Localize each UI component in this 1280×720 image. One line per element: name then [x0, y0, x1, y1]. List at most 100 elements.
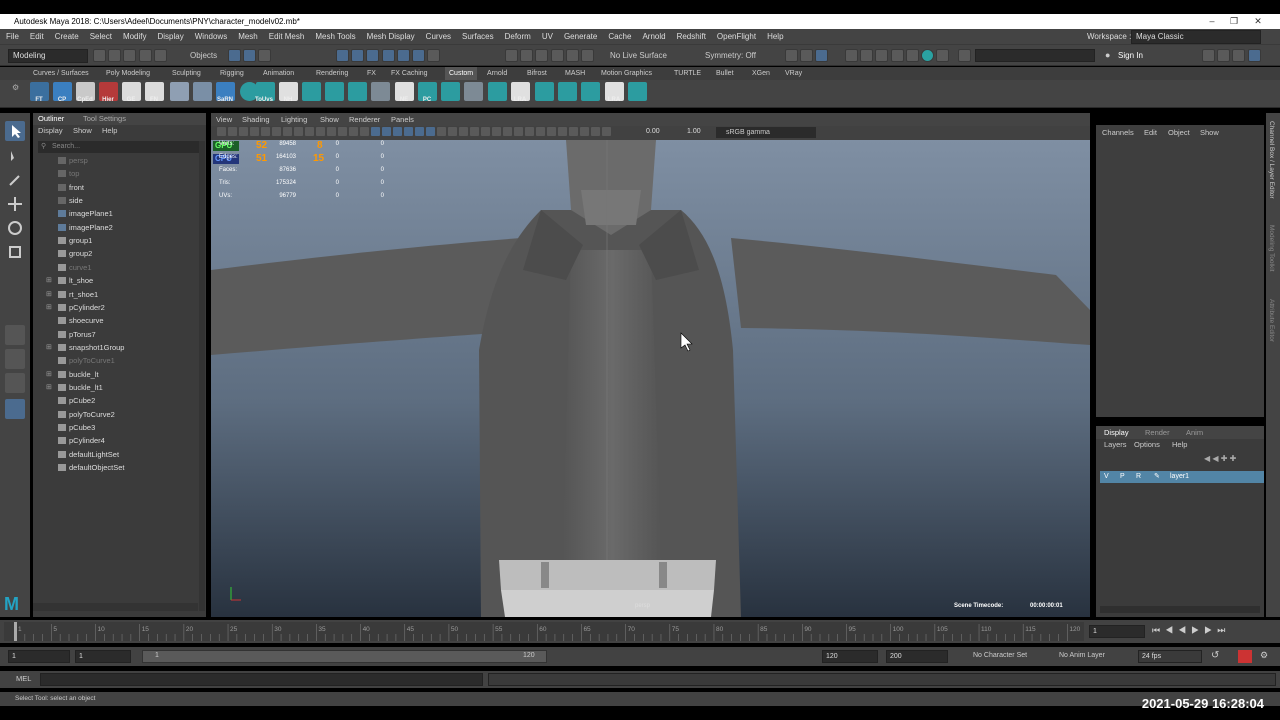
- viewport-tool-icon[interactable]: [382, 127, 391, 136]
- shelf-tab-xgen[interactable]: XGen: [752, 67, 770, 80]
- menu-windows[interactable]: Windows: [195, 32, 227, 41]
- viewport-tool-icon[interactable]: [591, 127, 600, 136]
- outliner-item[interactable]: imagePlane2: [33, 221, 203, 234]
- select-component-icon[interactable]: [258, 49, 272, 62]
- shelf-button-t5[interactable]: [441, 82, 460, 101]
- shelf-tab-sculpting[interactable]: Sculpting: [172, 67, 201, 80]
- end-frame-field[interactable]: 200: [886, 650, 948, 663]
- menu-openflight[interactable]: OpenFlight: [717, 32, 756, 41]
- outliner-hscrollbar[interactable]: [33, 603, 198, 611]
- output-icon[interactable]: [815, 49, 829, 62]
- gamma-field[interactable]: 1.00: [687, 128, 701, 135]
- layer-visible-toggle[interactable]: V: [1104, 471, 1109, 483]
- viewport-tool-icon[interactable]: [547, 127, 556, 136]
- viewport-tool-icon[interactable]: [459, 127, 468, 136]
- layer-playback-toggle[interactable]: P: [1120, 471, 1125, 483]
- menu-uv[interactable]: UV: [542, 32, 553, 41]
- outliner-item[interactable]: top: [33, 167, 203, 180]
- shelf-tab-turtle[interactable]: TURTLE: [674, 67, 701, 80]
- layer-action-icons[interactable]: ◀ ◀ ✚ ✚: [1204, 454, 1236, 463]
- mask-icon-5[interactable]: [396, 49, 410, 62]
- outliner-item[interactable]: ⊞ rt_shoe1: [33, 288, 203, 301]
- menu-mesh-tools[interactable]: Mesh Tools: [315, 32, 355, 41]
- tab-outliner[interactable]: Outliner: [38, 113, 64, 125]
- viewport-tool-icon[interactable]: [393, 127, 402, 136]
- menu-arnold[interactable]: Arnold: [642, 32, 665, 41]
- viewport-menu-shading[interactable]: Shading: [242, 113, 270, 126]
- shelf-button-t9[interactable]: [558, 82, 577, 101]
- viewport-tool-icon[interactable]: [327, 127, 336, 136]
- viewport-tool-icon[interactable]: [272, 127, 281, 136]
- shelf-tab-animation[interactable]: Animation: [263, 67, 294, 80]
- mask-icon-6[interactable]: [412, 49, 426, 62]
- viewport-tool-icon[interactable]: [261, 127, 270, 136]
- channelbox-menu-edit[interactable]: Edit: [1144, 125, 1157, 140]
- outliner-item[interactable]: persp: [33, 154, 203, 167]
- expand-icon[interactable]: ⊞: [46, 381, 52, 394]
- shelf-tab-rigging[interactable]: Rigging: [220, 67, 244, 80]
- layer-menu-layers[interactable]: Layers: [1104, 439, 1127, 451]
- viewport-panel[interactable]: View Shading Lighting Show Renderer Panels 0.…: [211, 113, 1090, 617]
- shelf-tab-motion-graphics[interactable]: Motion Graphics: [601, 67, 652, 80]
- layer-color-icon[interactable]: ✎: [1154, 471, 1160, 483]
- viewport-tool-icon[interactable]: [426, 127, 435, 136]
- viewport-menu-panels[interactable]: Panels: [391, 113, 414, 126]
- viewport-tool-icon[interactable]: [536, 127, 545, 136]
- sign-in-button[interactable]: Sign In: [1118, 51, 1143, 60]
- mask-icon-3[interactable]: [366, 49, 380, 62]
- expand-icon[interactable]: ⊞: [46, 301, 52, 314]
- scale-tool-icon[interactable]: [5, 242, 25, 262]
- shelf-button-t6[interactable]: [464, 82, 483, 101]
- viewport-tool-icon[interactable]: [404, 127, 413, 136]
- expand-icon[interactable]: ⊞: [46, 341, 52, 354]
- shelf-tab-fx[interactable]: FX: [367, 67, 376, 80]
- shelf-tab-fx-caching[interactable]: FX Caching: [391, 67, 428, 80]
- viewport-tool-icon[interactable]: [569, 127, 578, 136]
- viewport-tool-icon[interactable]: [360, 127, 369, 136]
- shelf-tab-bifrost[interactable]: Bifrost: [527, 67, 547, 80]
- menu-file[interactable]: File: [6, 32, 19, 41]
- symmetry-label[interactable]: Symmetry: Off: [705, 51, 756, 60]
- redo-icon[interactable]: [153, 49, 167, 62]
- rotate-tool-icon[interactable]: [5, 218, 25, 238]
- channelbox-menu-object[interactable]: Object: [1168, 125, 1190, 140]
- viewport-tool-icon[interactable]: [470, 127, 479, 136]
- menu-display[interactable]: Display: [158, 32, 184, 41]
- mel-label[interactable]: MEL: [16, 674, 31, 683]
- menu-edit[interactable]: Edit: [30, 32, 44, 41]
- outliner-item[interactable]: front: [33, 181, 203, 194]
- render-frame-icon[interactable]: [845, 49, 858, 62]
- outliner-item[interactable]: polyToCurve1: [33, 354, 203, 367]
- viewport-tool-icon[interactable]: [525, 127, 534, 136]
- tab-render[interactable]: Render: [1145, 426, 1170, 439]
- viewport-menu-renderer[interactable]: Renderer: [349, 113, 380, 126]
- snap-center-icon[interactable]: [581, 49, 595, 62]
- arnold-render-icon[interactable]: [921, 49, 935, 62]
- minimize-icon[interactable]: –: [1200, 14, 1224, 29]
- outliner-item[interactable]: ⊞ buckle_lt1: [33, 381, 203, 394]
- mask-icon-1[interactable]: [336, 49, 349, 62]
- viewport-menu-lighting[interactable]: Lighting: [281, 113, 307, 126]
- shelf-button-t11[interactable]: [628, 82, 647, 101]
- colorspace-select[interactable]: sRGB gamma: [716, 127, 816, 138]
- channelbox-menu-show[interactable]: Show: [1200, 125, 1219, 140]
- viewport-tool-icon[interactable]: [228, 127, 237, 136]
- layer-reference-toggle[interactable]: R: [1136, 471, 1141, 483]
- shelf-tab-mash[interactable]: MASH: [565, 67, 585, 80]
- move-tool-icon[interactable]: [5, 194, 25, 214]
- lock-icon[interactable]: [427, 49, 441, 62]
- outliner-item[interactable]: imagePlane1: [33, 207, 203, 220]
- outliner-item[interactable]: pCube2: [33, 394, 203, 407]
- autokey-icon[interactable]: [1238, 650, 1252, 663]
- fps-select[interactable]: 24 fps: [1138, 650, 1202, 663]
- current-time-marker[interactable]: [14, 622, 17, 641]
- snap-grid-icon[interactable]: [505, 49, 518, 62]
- menu-deform[interactable]: Deform: [505, 32, 531, 41]
- new-scene-icon[interactable]: [93, 49, 106, 62]
- shelf-button-t3[interactable]: [348, 82, 367, 101]
- viewport-tool-icon[interactable]: [437, 127, 446, 136]
- playback-end-field[interactable]: 120: [822, 650, 878, 663]
- maximize-icon[interactable]: ❐: [1222, 14, 1246, 29]
- outliner-item[interactable]: group1: [33, 234, 203, 247]
- side-tab-toolkit[interactable]: Modeling Toolkit: [1268, 225, 1275, 272]
